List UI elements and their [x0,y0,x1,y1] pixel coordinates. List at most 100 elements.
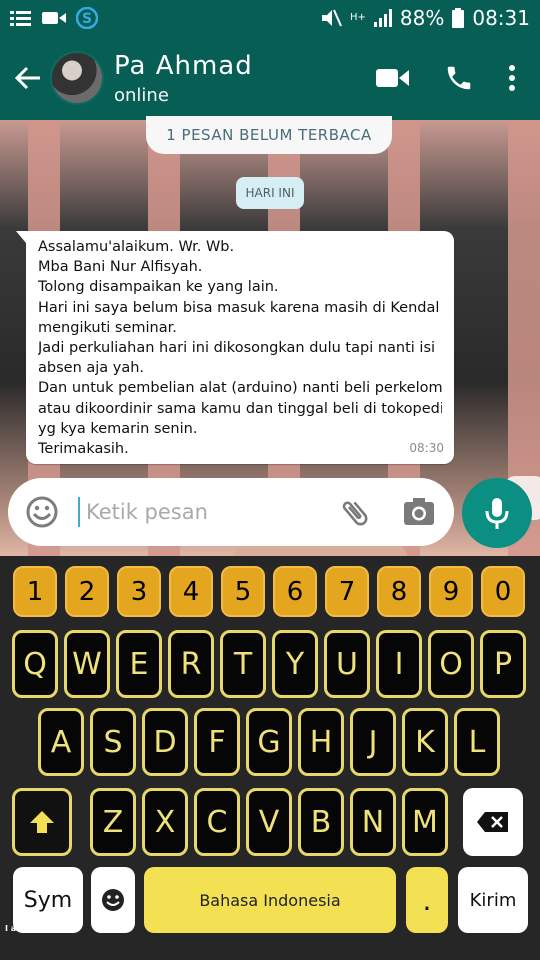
message-line: Jadi perkuliahan hari ini dikosongkan du… [38,340,436,357]
key-u[interactable]: U [324,630,370,698]
key-e[interactable]: E [116,630,162,698]
key-o[interactable]: O [428,630,474,698]
key-9[interactable]: 9 [429,566,473,617]
key-7[interactable]: 7 [325,566,369,617]
key-2[interactable]: 2 [65,566,109,617]
key-q[interactable]: Q [12,630,58,698]
message-line: Dan untuk pembelian alat (arduino) nanti… [38,380,442,397]
send-key[interactable]: Kirim [458,867,528,933]
status-right-icons: H+ 88% 08:31 [320,6,530,30]
key-l[interactable]: L [454,708,500,776]
key-g[interactable]: G [246,708,292,776]
mic-icon [485,498,509,529]
contact-info[interactable]: Pa Ahmad online [114,51,253,106]
key-m[interactable]: M [402,788,448,856]
emoji-button[interactable] [24,494,60,530]
back-button[interactable] [6,48,50,108]
camera-button[interactable] [402,495,436,533]
battery-icon [452,8,465,28]
message-time: 08:30 [409,440,444,455]
watermark-text: I am Sorry !!!!! [5,924,73,933]
voice-record-button[interactable] [462,478,532,548]
message-line: atau dikoordinir sama kamu dan tinggal b… [38,400,442,417]
more-vertical-icon [509,65,515,91]
clock: 08:31 [472,6,530,30]
attach-icon [342,501,368,526]
message-composer [8,478,454,546]
contact-name: Pa Ahmad [114,50,253,81]
key-j[interactable]: J [350,708,396,776]
space-key[interactable]: Bahasa Indonesia [144,867,396,933]
message-line: mengikuti seminar. [38,319,177,336]
message-line: Tolong disampaikan ke yang lain. [38,279,279,296]
battery-percent: 88% [399,6,445,30]
chat-header: Pa Ahmad online [0,36,540,120]
list-icon [10,9,32,27]
video-call-icon [376,69,409,87]
key-w[interactable]: W [64,630,110,698]
key-b[interactable]: B [298,788,344,856]
message-line: Terimakasih. [38,441,129,458]
date-label: HARI INI [236,177,304,209]
message-line: Assalamu'alaikum. Wr. Wb. [38,239,235,255]
key-f[interactable]: F [194,708,240,776]
key-i[interactable]: I [376,630,422,698]
contact-status: online [114,84,169,106]
signal-icon [373,9,392,27]
phone-icon [447,66,471,90]
emoji-key-icon [102,889,124,911]
key-s[interactable]: S [90,708,136,776]
emoji-key[interactable] [91,867,135,933]
message-input[interactable] [86,500,316,524]
emoji-icon [26,496,58,528]
key-v[interactable]: V [246,788,292,856]
svg-text:S: S [82,11,92,27]
video-icon [42,10,66,26]
message-line: Hari ini saya belum bisa masuk karena ma… [38,299,442,316]
backspace-key[interactable] [463,788,523,856]
key-z[interactable]: Z [90,788,136,856]
key-8[interactable]: 8 [377,566,421,617]
mute-icon [320,8,342,28]
avatar[interactable] [50,51,104,105]
key-5[interactable]: 5 [221,566,265,617]
video-call-button[interactable] [376,67,410,89]
status-left-icons: S [10,7,98,29]
back-arrow-icon [14,66,40,90]
key-d[interactable]: D [142,708,188,776]
whatsapp-chat-screen: S H+ 88% 08:31 Pa Ahmad online 1 PESAN B… [0,0,540,960]
period-key[interactable]: . [406,867,448,933]
keyboard: 1 2 3 4 5 6 7 8 9 0 Q W E R T Y U I O P … [0,556,540,960]
shift-key[interactable] [12,788,72,856]
key-0[interactable]: 0 [481,566,525,617]
key-a[interactable]: A [38,708,84,776]
key-t[interactable]: T [220,630,266,698]
key-3[interactable]: 3 [117,566,161,617]
text-caret [78,497,80,527]
status-bar: S H+ 88% 08:31 [0,0,540,36]
key-1[interactable]: 1 [13,566,57,617]
key-r[interactable]: R [168,630,214,698]
shift-arrow-icon [30,811,54,833]
key-6[interactable]: 6 [273,566,317,617]
key-h[interactable]: H [298,708,344,776]
key-p[interactable]: P [480,630,526,698]
skype-icon: S [76,7,98,29]
incoming-message-bubble[interactable]: Assalamu'alaikum. Wr. Wb. Mba Bani Nur A… [16,231,454,464]
message-line: yg kya kemarin senin. [38,420,198,437]
attach-button[interactable] [338,496,372,534]
key-c[interactable]: C [194,788,240,856]
key-4[interactable]: 4 [169,566,213,617]
voice-call-button[interactable] [444,63,474,93]
key-k[interactable]: K [402,708,448,776]
backspace-icon [477,812,508,832]
key-x[interactable]: X [142,788,188,856]
key-y[interactable]: Y [272,630,318,698]
unread-banner: 1 PESAN BELUM TERBACA [146,116,392,154]
message-line: absen aja yah. [38,360,145,377]
header-actions [376,63,540,93]
key-n[interactable]: N [350,788,396,856]
message-line: Mba Bani Nur Alfisyah. [38,259,203,276]
camera-icon [404,498,434,525]
more-options-button[interactable] [508,65,516,91]
